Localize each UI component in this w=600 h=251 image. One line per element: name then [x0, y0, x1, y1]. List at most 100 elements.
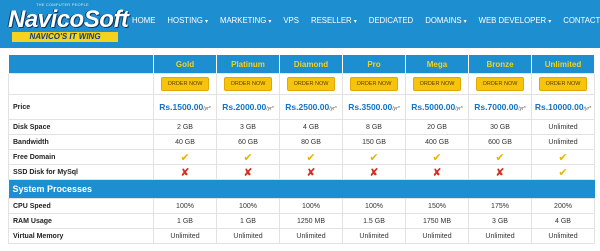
value-cell: Unlimited [531, 134, 595, 150]
cross-icon: ✘ [180, 166, 190, 179]
row-label: Free Domain [8, 149, 154, 165]
section-header-row: System Processes [8, 179, 595, 199]
logo-subtitle: NAVICO'S IT WING [12, 32, 118, 42]
value-cell: 1 GB [153, 213, 217, 229]
check-icon: ✔ [432, 151, 442, 164]
order-cell: ORDER NOW [153, 73, 217, 95]
plan-name: Gold [153, 55, 217, 74]
pricing-table: Gold Platinum Diamond Pro Mega Bronze Unlimite… [8, 55, 595, 244]
row-label: Bandwidth [8, 134, 154, 150]
price-cell: Rs.2500.00/yr* [279, 94, 343, 120]
nav-item-dedicated[interactable]: DEDICATED [363, 16, 419, 25]
price-period: /yr* [266, 106, 274, 112]
value-cell: 2 GB [153, 119, 217, 135]
nav-item-domains[interactable]: DOMAINS ▾ [419, 16, 472, 25]
row-label: Price [8, 94, 154, 120]
value-cell: 100% [279, 198, 343, 214]
nav-item-label: WEB DEVELOPER [478, 16, 547, 25]
nav-item-label: HOME [132, 16, 156, 25]
order-now-button[interactable]: ORDER NOW [286, 77, 336, 91]
price-cell: Rs.3500.00/yr* [342, 94, 406, 120]
nav-item-hosting[interactable]: HOSTING ▾ [161, 16, 214, 25]
chevron-down-icon: ▾ [548, 19, 552, 25]
price-cell: Rs.2000.00/yr* [216, 94, 280, 120]
price-value: Rs.3500.00 [348, 102, 393, 112]
value-cell: 1750 MB [405, 213, 469, 229]
check-icon: ✔ [306, 151, 316, 164]
order-now-button[interactable]: ORDER NOW [475, 77, 525, 91]
nav-item-web-developer[interactable]: WEB DEVELOPER ▾ [473, 16, 558, 25]
section-title: System Processes [8, 179, 595, 199]
order-now-button[interactable]: ORDER NOW [412, 77, 462, 91]
cross-icon: ✘ [243, 166, 253, 179]
table-row: Free Domain ✔ ✔ ✔ ✔ ✔ ✔ ✔ [8, 149, 595, 165]
order-now-button[interactable]: ORDER NOW [538, 77, 588, 91]
order-cell: ORDER NOW [216, 73, 280, 95]
value-cell: 150 GB [342, 134, 406, 150]
value-cell: ✔ [531, 164, 595, 180]
nav-item-label: DEDICATED [368, 16, 414, 25]
cross-icon: ✘ [369, 166, 379, 179]
value-cell: 1 GB [216, 213, 280, 229]
plan-name: Diamond [279, 55, 343, 74]
nav-item-marketing[interactable]: MARKETING ▾ [214, 16, 277, 25]
value-cell: 1250 MB [279, 213, 343, 229]
nav-item-vps[interactable]: VPS [277, 16, 305, 25]
price-value: Rs.5000.00 [411, 102, 456, 112]
value-cell: Unlimited [468, 228, 532, 244]
value-cell: ✘ [216, 164, 280, 180]
nav-item-label: MARKETING [219, 16, 267, 25]
value-cell: 1.5 GB [342, 213, 406, 229]
order-now-button[interactable]: ORDER NOW [349, 77, 399, 91]
nav-item-reseller[interactable]: RESELLER ▾ [305, 16, 363, 25]
value-cell: 30 GB [468, 119, 532, 135]
nav-item-contact[interactable]: CONTACT [557, 16, 600, 25]
table-row: Virtual Memory Unlimited Unlimited Unlimite… [8, 228, 595, 244]
value-cell: ✔ [405, 149, 469, 165]
nav-item-label: DOMAINS [425, 16, 462, 25]
logo-brand: NavicoSoft [8, 6, 129, 33]
value-cell: 150% [405, 198, 469, 214]
value-cell: Unlimited [405, 228, 469, 244]
order-now-button[interactable]: ORDER NOW [223, 77, 273, 91]
value-cell: 4 GB [279, 119, 343, 135]
value-cell: Unlimited [342, 228, 406, 244]
value-cell: ✘ [405, 164, 469, 180]
price-value: Rs.2000.00 [222, 102, 267, 112]
check-icon: ✔ [558, 151, 568, 164]
table-row: RAM Usage 1 GB 1 GB 1250 MB 1.5 GB 1750 MB 3 G… [8, 213, 595, 229]
value-cell: 200% [531, 198, 595, 214]
order-blank [8, 73, 154, 95]
chevron-down-icon: ▾ [204, 19, 208, 25]
cross-icon: ✘ [432, 166, 442, 179]
order-now-button[interactable]: ORDER NOW [160, 77, 210, 91]
row-label: CPU Speed [8, 198, 154, 214]
row-label: RAM Usage [8, 213, 154, 229]
table-row: Price Rs.1500.00/yr* Rs.2000.00/yr* Rs.2500… [8, 94, 595, 120]
price-period: /yr* [203, 106, 211, 112]
row-label: Disk Space [8, 119, 154, 135]
value-cell: 4 GB [531, 213, 595, 229]
price-value: Rs.10000.00 [534, 102, 584, 112]
price-value: Rs.7000.00 [474, 102, 519, 112]
chevron-down-icon: ▾ [353, 19, 357, 25]
nav-item-label: VPS [283, 16, 299, 25]
row-label: Virtual Memory [8, 228, 154, 244]
value-cell: ✔ [153, 149, 217, 165]
value-cell: 100% [216, 198, 280, 214]
price-cell: Rs.5000.00/yr* [405, 94, 469, 120]
price-value: Rs.1500.00 [159, 102, 204, 112]
check-icon: ✔ [369, 151, 379, 164]
price-period: /yr* [329, 106, 337, 112]
nav-item-home[interactable]: HOME [126, 16, 161, 25]
navicosoft-logo[interactable]: THE COMPUTER PEOPLE NavicoSoft NAVICO'S … [6, 2, 129, 44]
price-cell: Rs.7000.00/yr* [468, 94, 532, 120]
chevron-down-icon: ▾ [463, 19, 467, 25]
value-cell: ✘ [468, 164, 532, 180]
nav-item-label: CONTACT [563, 16, 600, 25]
table-row: ORDER NOW ORDER NOW ORDER NOW ORDER NOW ORDE… [8, 73, 595, 95]
table-row: Disk Space 2 GB 3 GB 4 GB 8 GB 20 GB 30 GB Unli… [8, 119, 595, 135]
value-cell: 3 GB [468, 213, 532, 229]
cross-icon: ✘ [306, 166, 316, 179]
header-blank [8, 55, 154, 74]
